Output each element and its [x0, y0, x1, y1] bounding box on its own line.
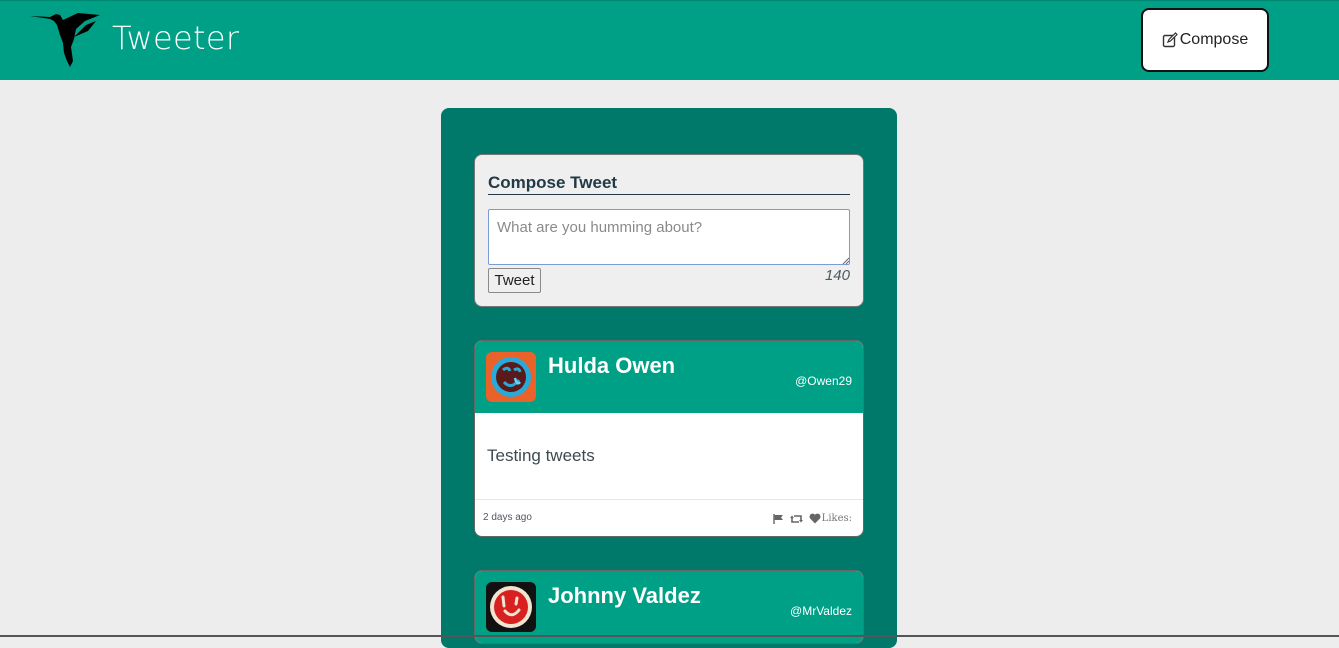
brand-title[interactable]: Tweeter: [112, 19, 239, 57]
main-panel: Compose Tweet Tweet 140 Hulda Owen @Owen…: [441, 108, 897, 648]
navbar: Tweeter Compose: [0, 0, 1339, 80]
char-counter: 140: [824, 267, 850, 284]
tweet-submit-button[interactable]: Tweet: [488, 268, 541, 293]
pencil-square-icon: [1162, 32, 1178, 48]
avatar: [486, 352, 536, 402]
tweet-input[interactable]: [488, 209, 850, 265]
compose-title: Compose Tweet: [488, 173, 850, 195]
flag-icon[interactable]: [772, 513, 784, 524]
compose-button-label: Compose: [1179, 31, 1249, 48]
tweet-header: Hulda Owen @Owen29: [475, 341, 863, 413]
heart-icon[interactable]: [809, 513, 821, 524]
like-control[interactable]: Likes:: [809, 513, 852, 524]
tweet-body: Testing tweets: [475, 413, 863, 500]
tweet-card: Johnny Valdez @MrValdez: [474, 570, 864, 644]
tweet-timestamp: 2 days ago: [483, 512, 532, 523]
resize-grip-icon[interactable]: [842, 257, 849, 264]
tweet-text: Testing tweets: [487, 446, 595, 465]
compose-form: Compose Tweet Tweet 140: [474, 154, 864, 307]
tweet-author-handle: @MrValdez: [790, 604, 852, 618]
avatar: [486, 582, 536, 632]
retweet-icon[interactable]: [789, 514, 803, 524]
tweet-header: Johnny Valdez @MrValdez: [475, 571, 863, 643]
tweet-actions: Likes:: [772, 513, 852, 524]
likes-label: Likes:: [821, 513, 852, 524]
compose-button[interactable]: Compose: [1141, 8, 1269, 72]
tweet-author-handle: @Owen29: [795, 374, 852, 388]
tweet-card: Hulda Owen @Owen29 Testing tweets 2 days…: [474, 340, 864, 537]
tweet-author-name: Hulda Owen: [548, 353, 676, 378]
hummingbird-logo: [30, 13, 100, 67]
tweet-author-name: Johnny Valdez: [548, 583, 701, 608]
tweet-footer: 2 days ago Likes:: [475, 500, 863, 536]
